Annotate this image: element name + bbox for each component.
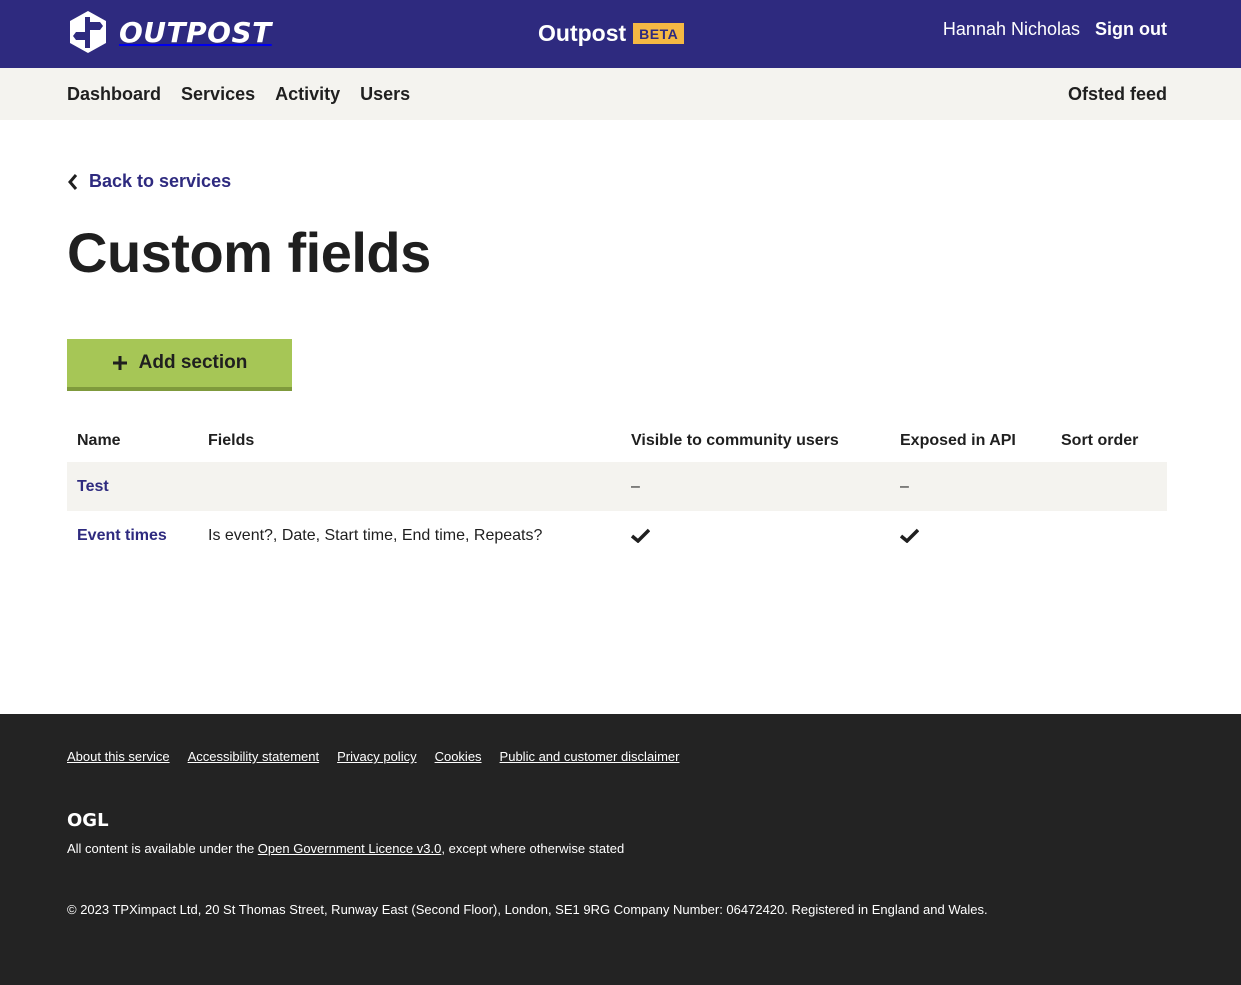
primary-navigation: Dashboard Services Activity Users Ofsted… xyxy=(0,68,1241,120)
table-row: Event times Is event?, Date, Start time,… xyxy=(67,511,1167,560)
signpost-logo-icon xyxy=(70,11,106,53)
user-name: Hannah Nicholas xyxy=(942,19,1081,39)
check-icon xyxy=(631,528,650,543)
licence-prefix: All content is available under the xyxy=(67,841,258,856)
cell-visible xyxy=(621,511,890,560)
section-link-test[interactable]: Test xyxy=(77,478,109,495)
footer-links: About this service Accessibility stateme… xyxy=(67,749,697,764)
table-row: Test – – xyxy=(67,462,1167,511)
footer-link-accessibility[interactable]: Accessibility statement xyxy=(188,749,320,764)
add-section-button[interactable]: Add section xyxy=(67,339,292,391)
licence-link[interactable]: Open Government Licence v3.0 xyxy=(258,841,442,856)
top-header: OUTPOST Outpost BETA Hannah Nicholas Sig… xyxy=(0,0,1241,68)
add-section-label: Add section xyxy=(138,352,248,373)
licence-suffix: , except where otherwise stated xyxy=(441,841,625,856)
cell-fields xyxy=(198,462,621,511)
site-footer: About this service Accessibility stateme… xyxy=(0,714,1241,985)
custom-fields-table: Name Fields Visible to community users E… xyxy=(67,420,1167,560)
licence-text: All content is available under the Open … xyxy=(67,841,624,856)
nav-item-dashboard[interactable]: Dashboard xyxy=(67,84,161,105)
check-icon xyxy=(900,528,919,543)
footer-link-cookies[interactable]: Cookies xyxy=(435,749,482,764)
cell-exposed: – xyxy=(890,462,1051,511)
table-header-row: Name Fields Visible to community users E… xyxy=(67,420,1167,462)
column-header-exposed: Exposed in API xyxy=(900,432,1016,449)
copyright-text: © 2023 TPXimpact Ltd, 20 St Thomas Stree… xyxy=(67,902,988,917)
nav-item-ofsted-feed[interactable]: Ofsted feed xyxy=(1068,84,1167,105)
ogl-logo-text: OGL xyxy=(67,810,109,828)
column-header-sort-order: Sort order xyxy=(1061,432,1139,449)
service-title[interactable]: Outpost xyxy=(538,20,626,47)
column-header-visible: Visible to community users xyxy=(631,432,839,449)
dash-visible: – xyxy=(631,477,640,495)
nav-items: Dashboard Services Activity Users xyxy=(67,84,430,105)
cell-fields: Is event?, Date, Start time, End time, R… xyxy=(208,526,543,544)
section-link-event-times[interactable]: Event times xyxy=(77,527,167,544)
brand-wordmark: OUTPOST xyxy=(119,15,272,49)
back-to-services-link[interactable]: Back to services xyxy=(67,171,231,192)
column-header-fields: Fields xyxy=(208,432,255,449)
cell-sort-order xyxy=(1051,462,1167,511)
outpost-logo[interactable]: OUTPOST xyxy=(67,10,272,54)
ogl-logo-icon: OGL xyxy=(67,810,109,828)
service-name: Outpost BETA xyxy=(538,20,685,47)
dash-exposed: – xyxy=(900,477,909,495)
plus-icon xyxy=(112,356,127,370)
footer-link-about[interactable]: About this service xyxy=(67,749,170,764)
beta-tag: BETA xyxy=(633,23,685,44)
sign-out-link[interactable]: Sign out xyxy=(1095,19,1167,40)
chevron-left-icon xyxy=(68,173,78,190)
cell-sort-order xyxy=(1051,511,1167,560)
nav-item-activity[interactable]: Activity xyxy=(275,84,340,105)
page-title: Custom fields xyxy=(67,221,431,284)
cell-name: Test xyxy=(67,462,198,511)
back-link-label: Back to services xyxy=(89,171,232,191)
nav-item-users[interactable]: Users xyxy=(360,84,410,105)
user-area: Hannah Nicholas Sign out xyxy=(943,19,1167,40)
column-header-name: Name xyxy=(77,432,121,449)
cell-exposed xyxy=(890,511,1051,560)
cell-name: Event times xyxy=(67,511,198,560)
nav-item-services[interactable]: Services xyxy=(181,84,255,105)
footer-link-disclaimer[interactable]: Public and customer disclaimer xyxy=(500,749,680,764)
footer-link-privacy[interactable]: Privacy policy xyxy=(337,749,416,764)
cell-visible: – xyxy=(621,462,890,511)
